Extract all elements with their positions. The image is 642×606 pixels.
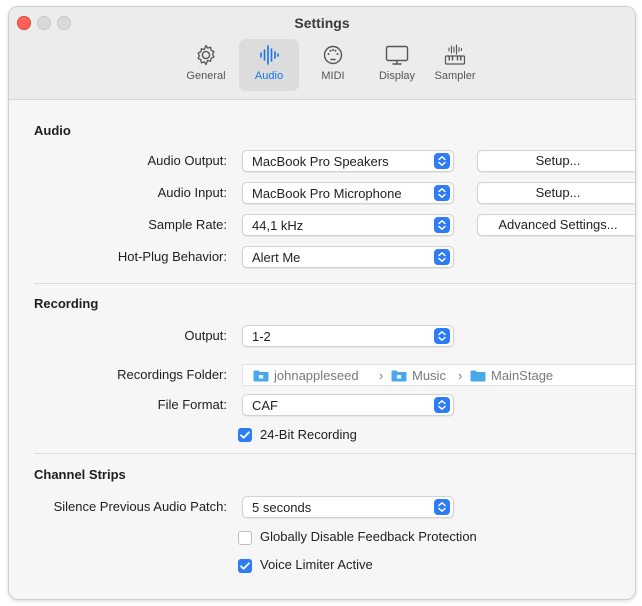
hot-plug-popup[interactable]: Alert Me xyxy=(242,246,454,268)
tab-label: Display xyxy=(378,70,416,82)
file-format-label: File Format: xyxy=(157,397,227,412)
sample-rate-label: Sample Rate: xyxy=(148,217,227,232)
recording-output-label: Output: xyxy=(184,328,227,343)
channel-strips-section-title: Channel Strips xyxy=(34,467,126,482)
tab-label: MIDI xyxy=(321,70,345,82)
path-separator: › xyxy=(379,368,384,383)
recording-section-title: Recording xyxy=(34,296,99,311)
music-folder-icon xyxy=(391,370,407,382)
tab-label: Audio xyxy=(254,70,284,82)
display-icon xyxy=(385,45,409,65)
file-format-popup[interactable]: CAF xyxy=(242,394,454,416)
path-crumb: Music xyxy=(412,368,446,383)
audio-output-label: Audio Output: xyxy=(147,153,228,168)
waveform-icon xyxy=(260,45,279,65)
section-divider xyxy=(34,453,635,454)
audio-input-label: Audio Input: xyxy=(157,185,227,200)
tab-general[interactable]: General xyxy=(177,39,235,91)
titlebar: Settings General Audio MIDI Display Samp… xyxy=(9,7,635,100)
silence-previous-patch-label: Silence Previous Audio Patch: xyxy=(53,499,227,514)
tab-audio[interactable]: Audio xyxy=(239,39,299,91)
24-bit-recording-checkbox[interactable] xyxy=(238,428,252,442)
gear-icon xyxy=(197,44,215,66)
hot-plug-value: Alert Me xyxy=(252,250,301,265)
voice-limiter-label: Voice Limiter Active xyxy=(260,557,373,572)
sample-rate-popup[interactable]: 44,1 kHz xyxy=(242,214,454,236)
chevron-updown-icon xyxy=(434,217,450,233)
advanced-settings-button[interactable]: Advanced Settings... xyxy=(477,214,635,236)
recordings-folder-label: Recordings Folder: xyxy=(117,367,227,382)
path-crumb: johnappleseed xyxy=(274,368,359,383)
feedback-protection-label: Globally Disable Feedback Protection xyxy=(260,529,477,544)
tab-sampler[interactable]: Sampler xyxy=(427,39,483,91)
voice-limiter-checkbox[interactable] xyxy=(238,559,252,573)
tab-midi[interactable]: MIDI xyxy=(309,39,357,91)
audio-input-setup-button[interactable]: Setup... xyxy=(477,182,635,204)
folder-icon xyxy=(470,370,486,382)
audio-output-value: MacBook Pro Speakers xyxy=(252,154,389,169)
checkmark-icon xyxy=(240,431,250,439)
recordings-folder-path[interactable]: johnappleseed › Music › MainStage xyxy=(242,364,635,386)
sample-rate-value: 44,1 kHz xyxy=(252,218,304,233)
24-bit-recording-label: 24-Bit Recording xyxy=(260,427,357,442)
home-folder-icon xyxy=(253,370,269,382)
window-title: Settings xyxy=(294,15,350,31)
chevron-updown-icon xyxy=(434,185,450,201)
silence-previous-patch-popup[interactable]: 5 seconds xyxy=(242,496,454,518)
audio-output-setup-button[interactable]: Setup... xyxy=(477,150,635,172)
settings-window: Settings General Audio MIDI Display Samp… xyxy=(8,6,636,600)
recording-output-popup[interactable]: 1-2 xyxy=(242,325,454,347)
sampler-keyboard-icon xyxy=(444,44,466,65)
chevron-updown-icon xyxy=(434,499,450,515)
path-separator: › xyxy=(458,368,463,383)
tab-label: Sampler xyxy=(434,70,476,82)
tab-display[interactable]: Display xyxy=(369,39,425,91)
chevron-updown-icon xyxy=(434,397,450,413)
audio-input-value: MacBook Pro Microphone xyxy=(252,186,402,201)
audio-section-title: Audio xyxy=(34,123,71,138)
file-format-value: CAF xyxy=(252,398,278,413)
recording-output-value: 1-2 xyxy=(252,329,271,344)
chevron-updown-icon xyxy=(434,328,450,344)
chevron-updown-icon xyxy=(434,249,450,265)
audio-output-popup[interactable]: MacBook Pro Speakers xyxy=(242,150,454,172)
silence-previous-patch-value: 5 seconds xyxy=(252,500,312,515)
tab-label: General xyxy=(186,70,226,82)
section-divider xyxy=(34,283,635,284)
midi-connector-icon xyxy=(323,45,343,65)
hot-plug-label: Hot-Plug Behavior: xyxy=(117,249,227,264)
checkmark-icon xyxy=(240,562,250,570)
audio-input-popup[interactable]: MacBook Pro Microphone xyxy=(242,182,454,204)
feedback-protection-checkbox[interactable] xyxy=(238,531,252,545)
path-crumb: MainStage xyxy=(491,368,554,383)
chevron-updown-icon xyxy=(434,153,450,169)
